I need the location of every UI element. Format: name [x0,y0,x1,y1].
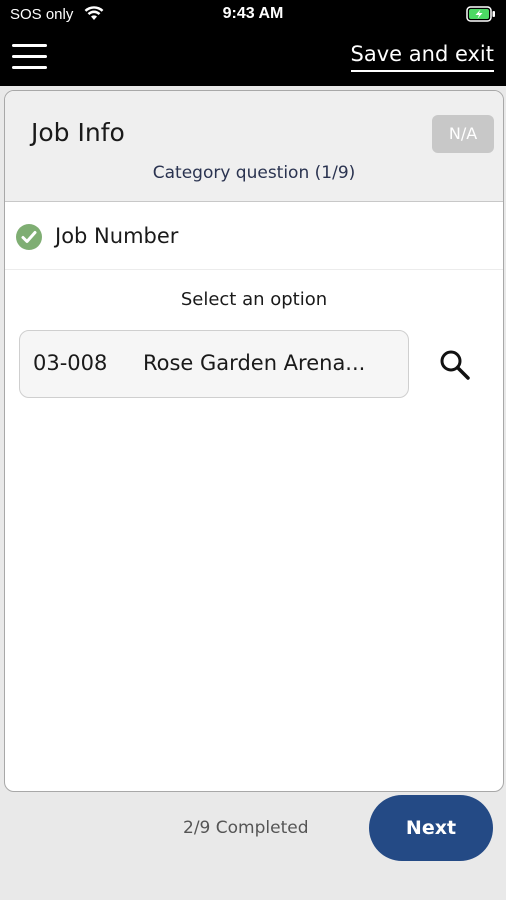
selected-job-code: 03-008 [33,351,108,375]
select-prompt: Select an option [180,289,328,310]
save-and-exit-button[interactable]: Save and exit [350,42,494,72]
question-row: Job Number [5,201,503,270]
card-header: Job Info N/A Category question (1/9) [5,91,503,202]
question-label: Job Number [55,224,179,248]
app-bar: Save and exit [0,30,506,86]
job-select-field[interactable]: 03-008 Rose Garden Arena... [19,330,409,398]
search-icon[interactable] [437,347,473,383]
na-button[interactable]: N/A [432,115,494,153]
clock: 9:43 AM [222,5,284,22]
page-title: Job Info [31,118,125,147]
category-progress: Category question (1/9) [152,163,356,183]
battery-charging-icon [466,6,496,26]
next-button[interactable]: Next [369,795,493,861]
status-bar: SOS only 9:43 AM [0,0,506,30]
question-card: Job Info N/A Category question (1/9) Job… [4,90,504,792]
completion-status: 2/9 Completed [183,818,309,838]
check-circle-icon [15,223,43,255]
hamburger-menu-icon[interactable] [12,43,48,73]
selected-job-name: Rose Garden Arena... [143,351,366,375]
